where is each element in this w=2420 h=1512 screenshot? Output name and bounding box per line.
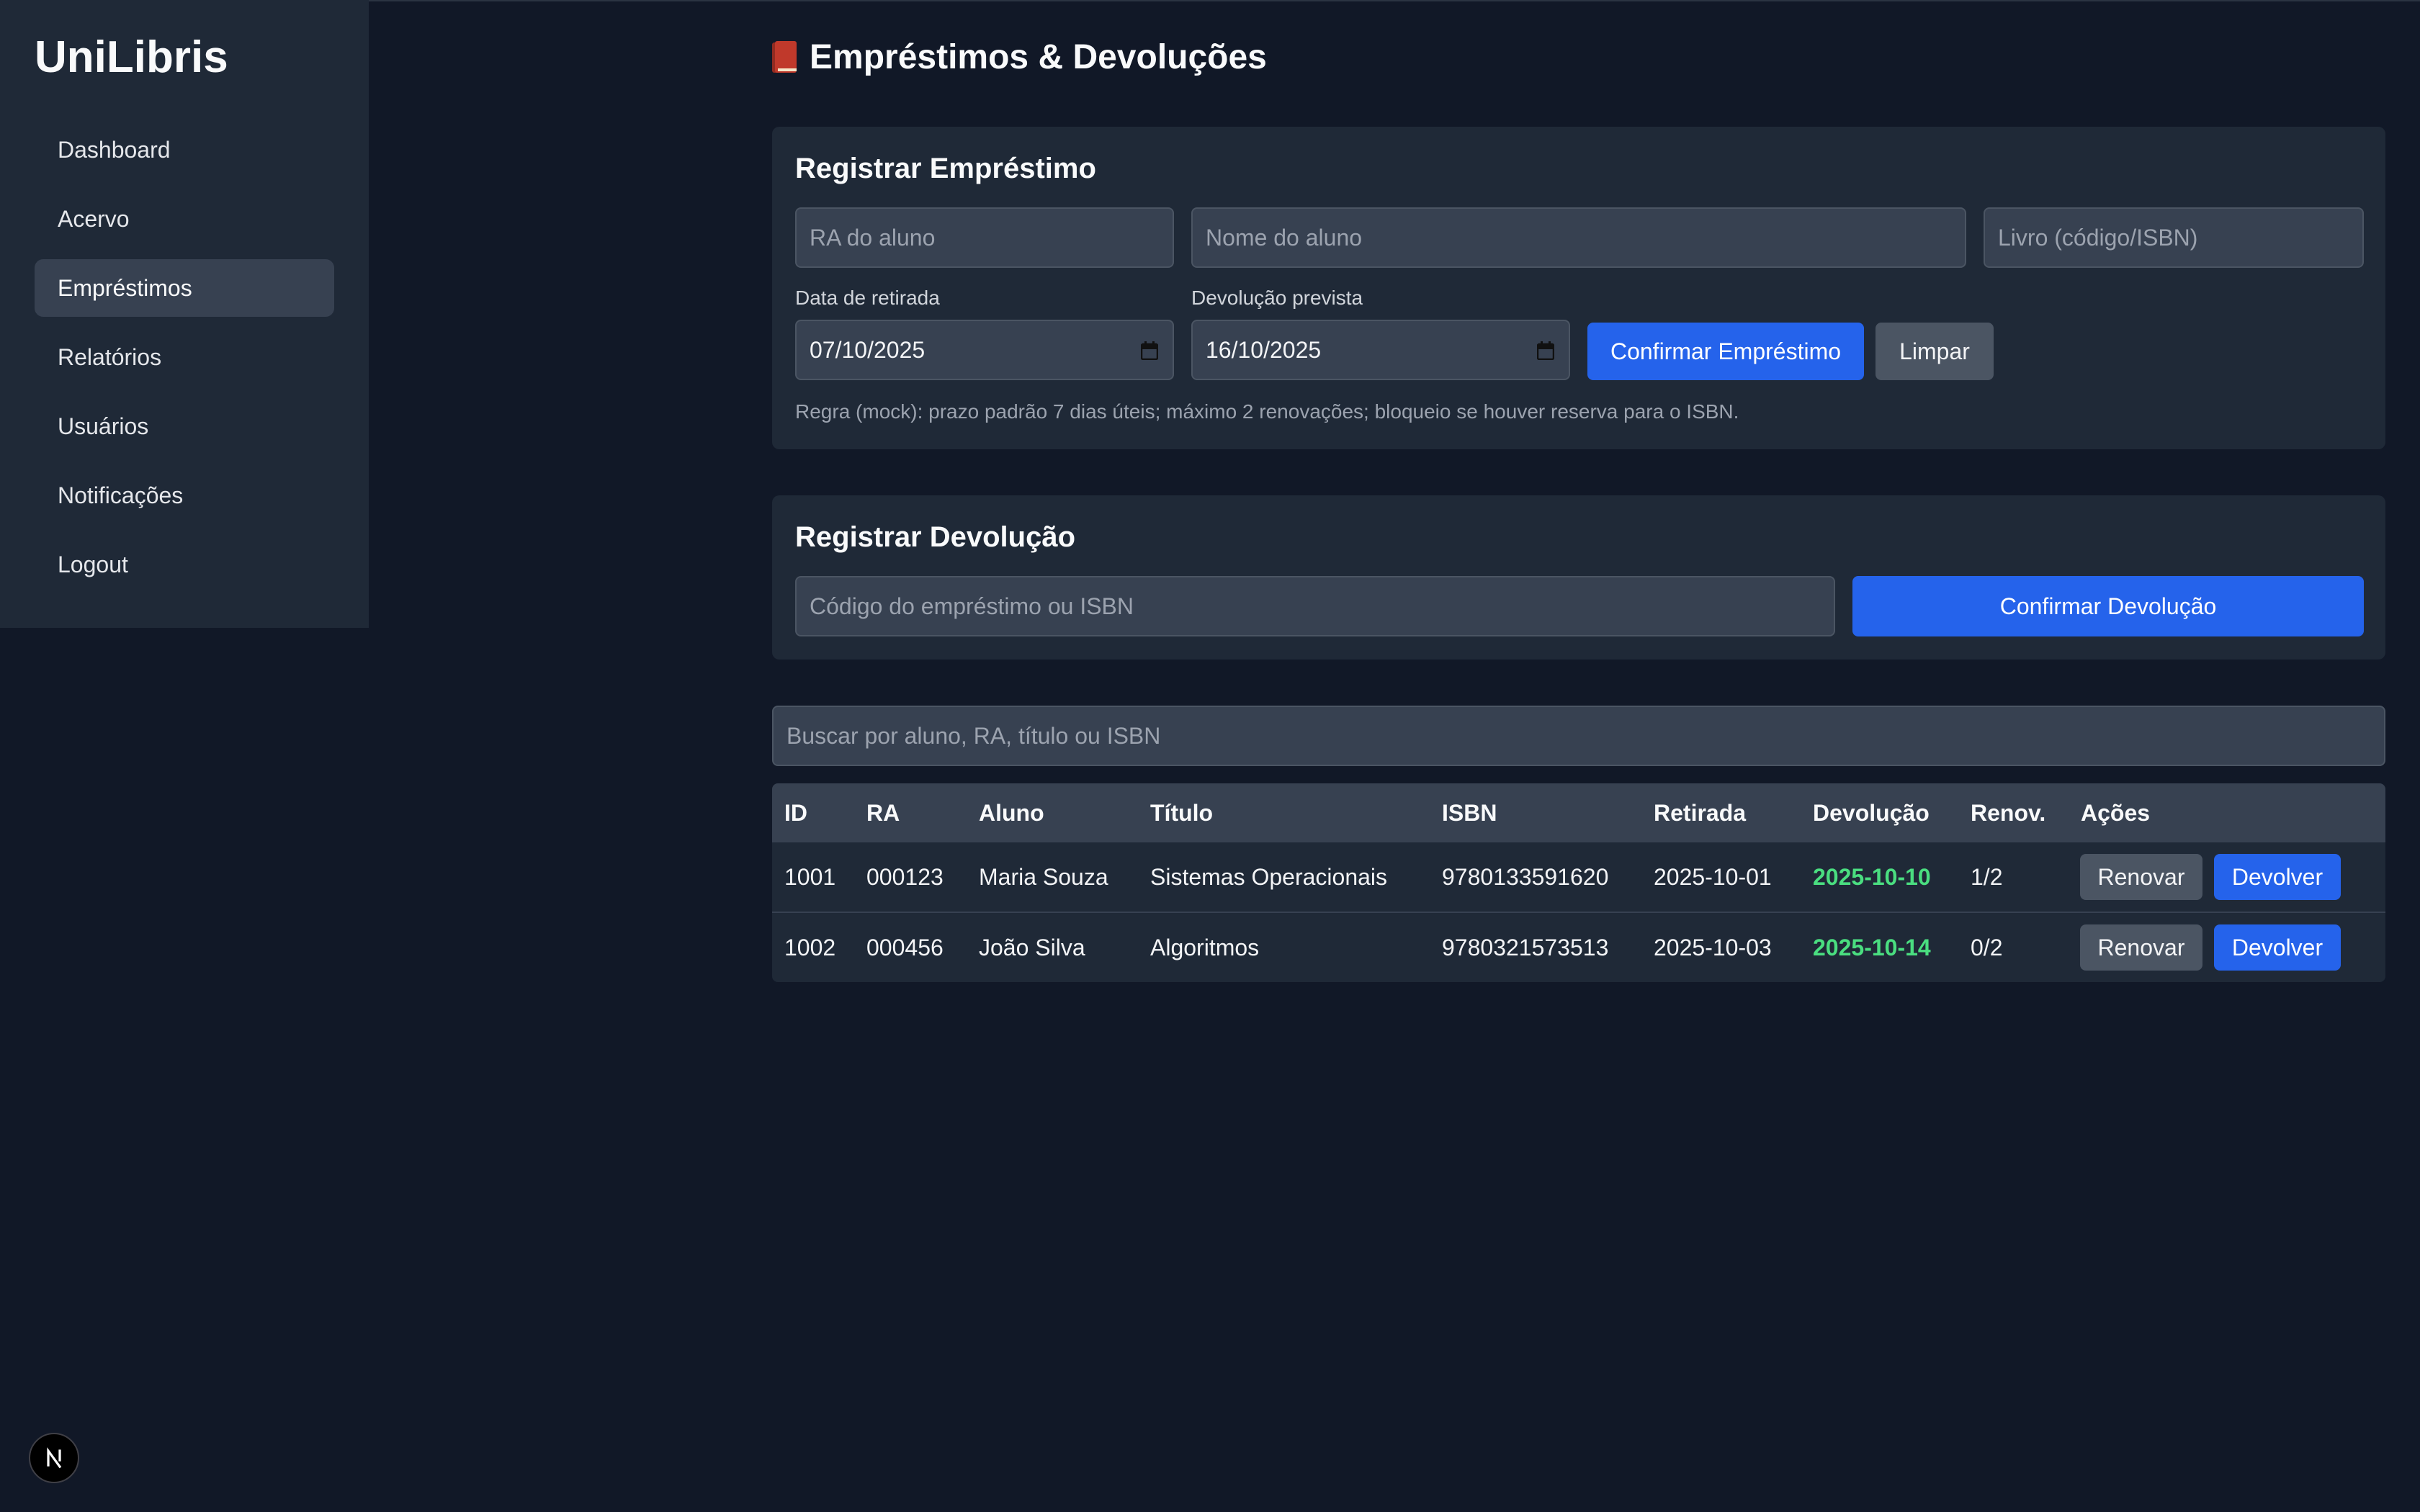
cell-ra: 000456	[866, 934, 944, 960]
calendar-icon[interactable]	[1141, 341, 1158, 360]
table-header: ID RA Aluno Título ISBN Retirada Devoluç…	[772, 783, 2385, 842]
column-header-renov: Renov.	[1971, 799, 2046, 826]
column-header-isbn: ISBN	[1442, 799, 1497, 826]
return-button[interactable]: Devolver	[2214, 924, 2341, 971]
column-header-acoes: Ações	[2081, 799, 2151, 826]
clear-button[interactable]: Limpar	[1876, 323, 1994, 380]
pickup-date-label: Data de retirada	[795, 287, 940, 309]
sidebar-item-emprestimos[interactable]: Empréstimos	[35, 259, 334, 317]
nextjs-logo-icon	[47, 1447, 62, 1469]
cell-retirada: 2025-10-03	[1654, 934, 1772, 960]
return-code-input[interactable]	[795, 576, 1835, 636]
cell-aluno: Maria Souza	[979, 863, 1108, 890]
column-header-aluno: Aluno	[979, 799, 1044, 826]
due-date-value: 16/10/2025	[1206, 336, 1322, 363]
book-icon	[772, 41, 797, 73]
loan-form-card: Registrar Empréstimo Data de retirada De…	[772, 127, 2385, 449]
cell-renov: 1/2	[1971, 863, 2003, 890]
book-isbn-input[interactable]	[1984, 207, 2364, 268]
cell-isbn: 9780321573513	[1442, 934, 1609, 960]
sidebar-item-usuarios[interactable]: Usuários	[35, 397, 334, 455]
cell-aluno: João Silva	[979, 934, 1085, 960]
cell-renov: 0/2	[1971, 934, 2003, 960]
column-header-ra: RA	[866, 799, 900, 826]
cell-id: 1002	[784, 934, 836, 960]
sidebar: UniLibris Dashboard Acervo Empréstimos R…	[0, 0, 369, 628]
sidebar-item-dashboard[interactable]: Dashboard	[35, 121, 334, 179]
page-title-text: Empréstimos & Devoluções	[810, 37, 1267, 76]
due-date-input[interactable]: 16/10/2025	[1191, 320, 1570, 380]
cell-id: 1001	[784, 863, 836, 890]
return-form-title: Registrar Devolução	[795, 521, 1076, 553]
cell-titulo: Sistemas Operacionais	[1150, 863, 1388, 890]
renew-button[interactable]: Renovar	[2080, 924, 2202, 971]
sidebar-nav: Dashboard Acervo Empréstimos Relatórios …	[35, 121, 334, 605]
loan-rule-hint: Regra (mock): prazo padrão 7 dias úteis;…	[795, 400, 1739, 423]
renew-button[interactable]: Renovar	[2080, 854, 2202, 900]
cell-ra: 000123	[866, 863, 944, 890]
pickup-date-input[interactable]: 07/10/2025	[795, 320, 1174, 380]
sidebar-item-logout[interactable]: Logout	[35, 536, 334, 593]
column-header-retirada: Retirada	[1654, 799, 1747, 826]
cell-devolucao: 2025-10-14	[1813, 934, 1931, 960]
column-header-id: ID	[784, 799, 807, 826]
student-ra-input[interactable]	[795, 207, 1174, 268]
loans-table: ID RA Aluno Título ISBN Retirada Devoluç…	[772, 783, 2385, 982]
sidebar-item-relatorios[interactable]: Relatórios	[35, 328, 334, 386]
sidebar-item-acervo[interactable]: Acervo	[35, 190, 334, 248]
table-row: 1001 000123 Maria Souza Sistemas Operaci…	[772, 842, 2385, 912]
app-brand: UniLibris	[35, 32, 228, 82]
confirm-loan-button[interactable]: Confirmar Empréstimo	[1587, 323, 1864, 380]
cell-titulo: Algoritmos	[1150, 934, 1260, 960]
calendar-icon[interactable]	[1537, 341, 1554, 360]
loan-search-input[interactable]	[772, 706, 2385, 766]
column-header-devolucao: Devolução	[1813, 799, 1930, 826]
column-header-titulo: Título	[1150, 799, 1214, 826]
pickup-date-value: 07/10/2025	[810, 336, 926, 363]
cell-devolucao: 2025-10-10	[1813, 863, 1931, 890]
confirm-return-button[interactable]: Confirmar Devolução	[1852, 576, 2364, 636]
cell-retirada: 2025-10-01	[1654, 863, 1772, 890]
cell-isbn: 9780133591620	[1442, 863, 1609, 890]
dev-tools-badge[interactable]	[29, 1433, 79, 1483]
return-form-card: Registrar Devolução Confirmar Devolução	[772, 495, 2385, 660]
loan-form-title: Registrar Empréstimo	[795, 153, 1096, 184]
table-row: 1002 000456 João Silva Algoritmos 978032…	[772, 912, 2385, 982]
sidebar-item-notificacoes[interactable]: Notificações	[35, 467, 334, 524]
due-date-label: Devolução prevista	[1191, 287, 1363, 309]
student-name-input[interactable]	[1191, 207, 1966, 268]
return-button[interactable]: Devolver	[2214, 854, 2341, 900]
page-title: Empréstimos & Devoluções	[772, 33, 1267, 81]
